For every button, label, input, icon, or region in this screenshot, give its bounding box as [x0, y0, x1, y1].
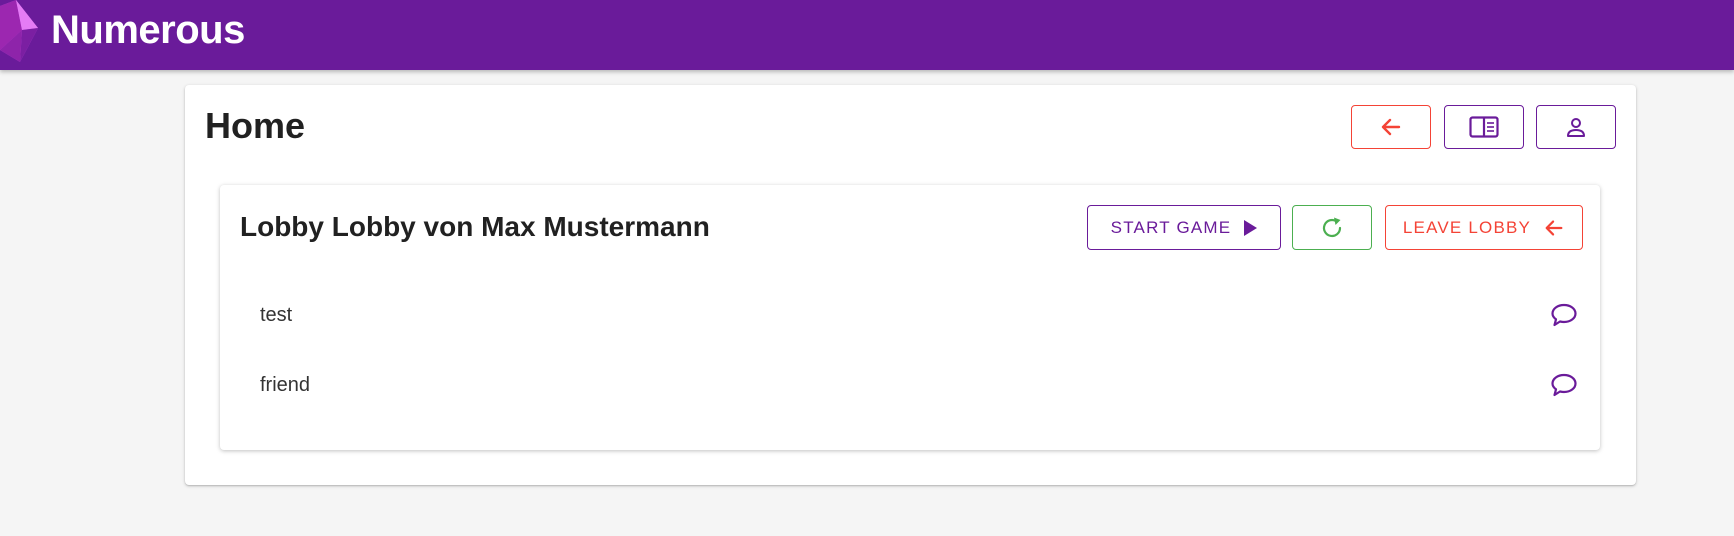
chat-bubble-icon — [1551, 303, 1577, 327]
chat-button[interactable] — [1548, 369, 1580, 401]
person-icon — [1567, 118, 1585, 137]
lobby-card: Lobby Lobby von Max Mustermann START GAM… — [220, 185, 1600, 450]
refresh-button[interactable] — [1292, 205, 1372, 250]
profile-button[interactable] — [1536, 105, 1616, 149]
start-game-label: START GAME — [1110, 217, 1232, 237]
leave-lobby-button[interactable]: LEAVE LOBBY — [1385, 205, 1583, 250]
book-icon — [1469, 116, 1499, 138]
leave-lobby-label: LEAVE LOBBY — [1402, 217, 1532, 237]
chat-bubble-icon — [1551, 373, 1577, 397]
list-item: friend — [260, 360, 1580, 410]
app-title: Numerous — [51, 8, 245, 52]
play-icon — [1244, 219, 1258, 236]
crystal-logo-icon — [0, 0, 38, 62]
start-game-button[interactable]: START GAME — [1087, 205, 1281, 250]
home-card: Home Lobby Lobby von Max Mustermann STAR… — [185, 85, 1636, 485]
chat-button[interactable] — [1548, 299, 1580, 331]
back-button[interactable] — [1351, 105, 1431, 149]
member-name: friend — [260, 373, 311, 396]
list-item: test — [260, 290, 1580, 340]
arrow-left-icon — [1545, 219, 1563, 236]
refresh-icon — [1322, 217, 1342, 237]
rules-button[interactable] — [1444, 105, 1524, 149]
arrow-left-icon — [1381, 118, 1401, 136]
page-title: Home — [205, 105, 306, 146]
lobby-title: Lobby Lobby von Max Mustermann — [240, 211, 710, 242]
member-name: test — [260, 303, 293, 326]
app-bar: Numerous — [0, 0, 1734, 70]
